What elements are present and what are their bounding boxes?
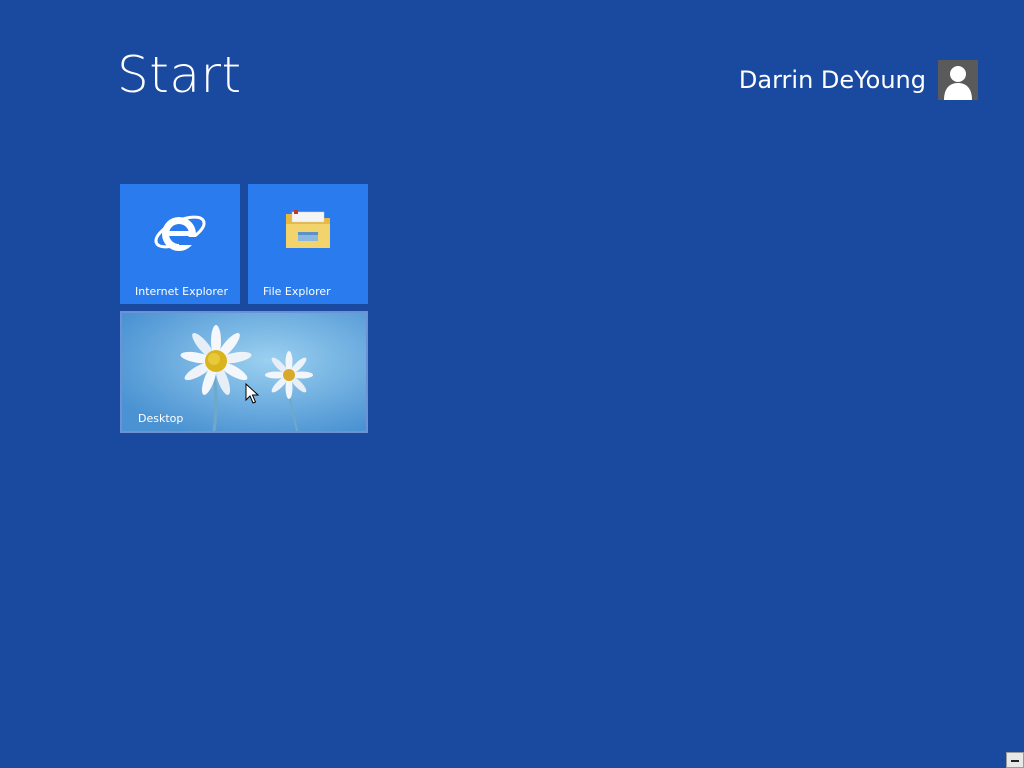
tile-desktop[interactable]: Desktop [120,311,368,433]
tile-label: File Explorer [263,285,331,298]
tile-label: Desktop [138,412,184,425]
tile-internet-explorer[interactable]: Internet Explorer [120,184,240,304]
file-explorer-folder-icon [284,208,332,252]
internet-explorer-icon [152,204,208,260]
user-name[interactable]: Darrin DeYoung [739,68,926,92]
user-avatar-icon[interactable] [938,60,978,100]
user-account[interactable]: Darrin DeYoung [739,60,978,100]
tile-label: Internet Explorer [135,285,228,298]
mouse-cursor-icon [245,383,259,404]
tile-file-explorer[interactable]: File Explorer [248,184,368,304]
zoom-minimize-button[interactable] [1006,752,1024,768]
start-title: Start [117,46,242,104]
